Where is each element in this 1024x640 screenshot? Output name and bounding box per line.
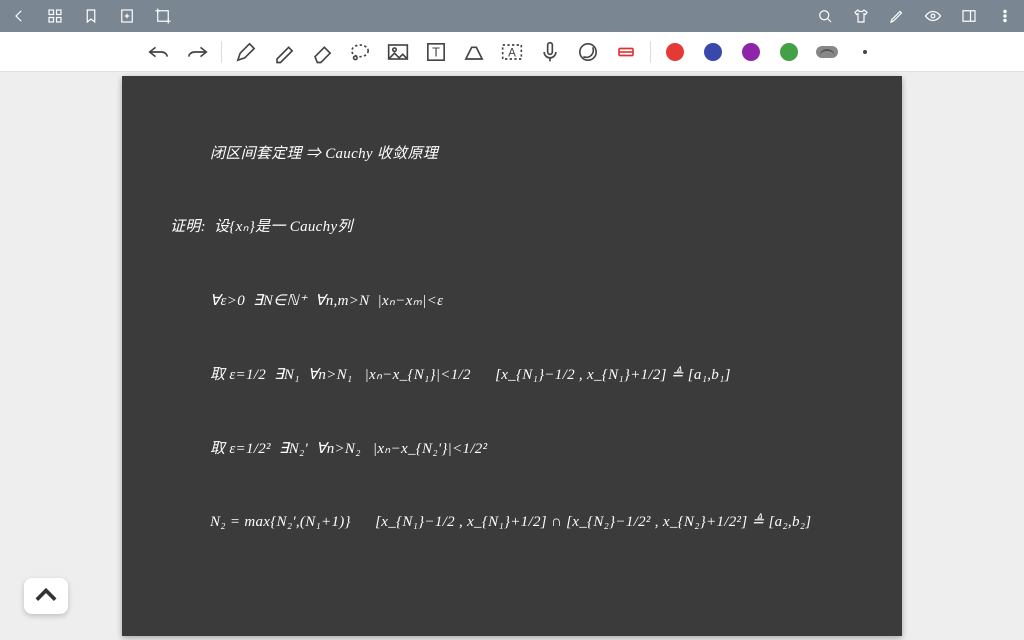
text-box-tool[interactable]: A bbox=[498, 38, 526, 66]
shirt-icon[interactable] bbox=[852, 7, 870, 25]
brush-wave[interactable] bbox=[813, 38, 841, 66]
note-line: 取 ε=1/2² ∃N₂' ∀n>N₂ |xₙ−x_{N₂'}|<1/2² bbox=[170, 438, 874, 461]
mic-tool[interactable] bbox=[536, 38, 564, 66]
system-bar bbox=[0, 0, 1024, 32]
shape-tool[interactable] bbox=[460, 38, 488, 66]
color-red[interactable] bbox=[661, 38, 689, 66]
svg-text:A: A bbox=[508, 46, 516, 59]
note-page[interactable]: 闭区间套定理 ⇒ Cauchy 收敛原理 证明: 设{xₙ}是一 Cauchy列… bbox=[122, 76, 902, 636]
color-purple[interactable] bbox=[737, 38, 765, 66]
pencil-icon[interactable] bbox=[888, 7, 906, 25]
lasso-tool[interactable] bbox=[346, 38, 374, 66]
separator bbox=[650, 41, 651, 63]
sidebar-icon[interactable] bbox=[960, 7, 978, 25]
color-green[interactable] bbox=[775, 38, 803, 66]
pen-tool[interactable] bbox=[232, 38, 260, 66]
image-tool[interactable] bbox=[384, 38, 412, 66]
note-line: ∀ε>0 ∃N∈ℕ⁺ ∀n,m>N |xₙ−xₘ|<ε bbox=[170, 290, 874, 313]
color-blue[interactable] bbox=[699, 38, 727, 66]
tape-tool[interactable] bbox=[612, 38, 640, 66]
svg-text:T: T bbox=[432, 44, 440, 59]
toolbar: T A bbox=[0, 32, 1024, 72]
separator bbox=[221, 41, 222, 63]
undo-button[interactable] bbox=[145, 38, 173, 66]
redo-button[interactable] bbox=[183, 38, 211, 66]
search-icon[interactable] bbox=[816, 7, 834, 25]
grid-icon[interactable] bbox=[46, 7, 64, 25]
brush-dot[interactable] bbox=[851, 38, 879, 66]
expand-button[interactable] bbox=[24, 578, 68, 614]
note-line: N₂ = max{N₂',(N₁+1)} [x_{N₁}−1/2 , x_{N₁… bbox=[170, 511, 874, 534]
back-icon[interactable] bbox=[10, 7, 28, 25]
add-page-icon[interactable] bbox=[118, 7, 136, 25]
note-line: 证明: 设{xₙ}是一 Cauchy列 bbox=[170, 216, 874, 239]
highlighter-tool[interactable] bbox=[270, 38, 298, 66]
note-line: 闭区间套定理 ⇒ Cauchy 收敛原理 bbox=[170, 143, 874, 166]
more-icon[interactable] bbox=[996, 7, 1014, 25]
sticker-tool[interactable] bbox=[574, 38, 602, 66]
crop-icon[interactable] bbox=[154, 7, 172, 25]
eye-icon[interactable] bbox=[924, 7, 942, 25]
canvas-stage: 闭区间套定理 ⇒ Cauchy 收敛原理 证明: 设{xₙ}是一 Cauchy列… bbox=[0, 72, 1024, 640]
bookmark-icon[interactable] bbox=[82, 7, 100, 25]
text-tool[interactable]: T bbox=[422, 38, 450, 66]
eraser-tool[interactable] bbox=[308, 38, 336, 66]
note-line: 取 ε=1/2 ∃N₁ ∀n>N₁ |xₙ−x_{N₁}|<1/2 [x_{N₁… bbox=[170, 364, 874, 387]
